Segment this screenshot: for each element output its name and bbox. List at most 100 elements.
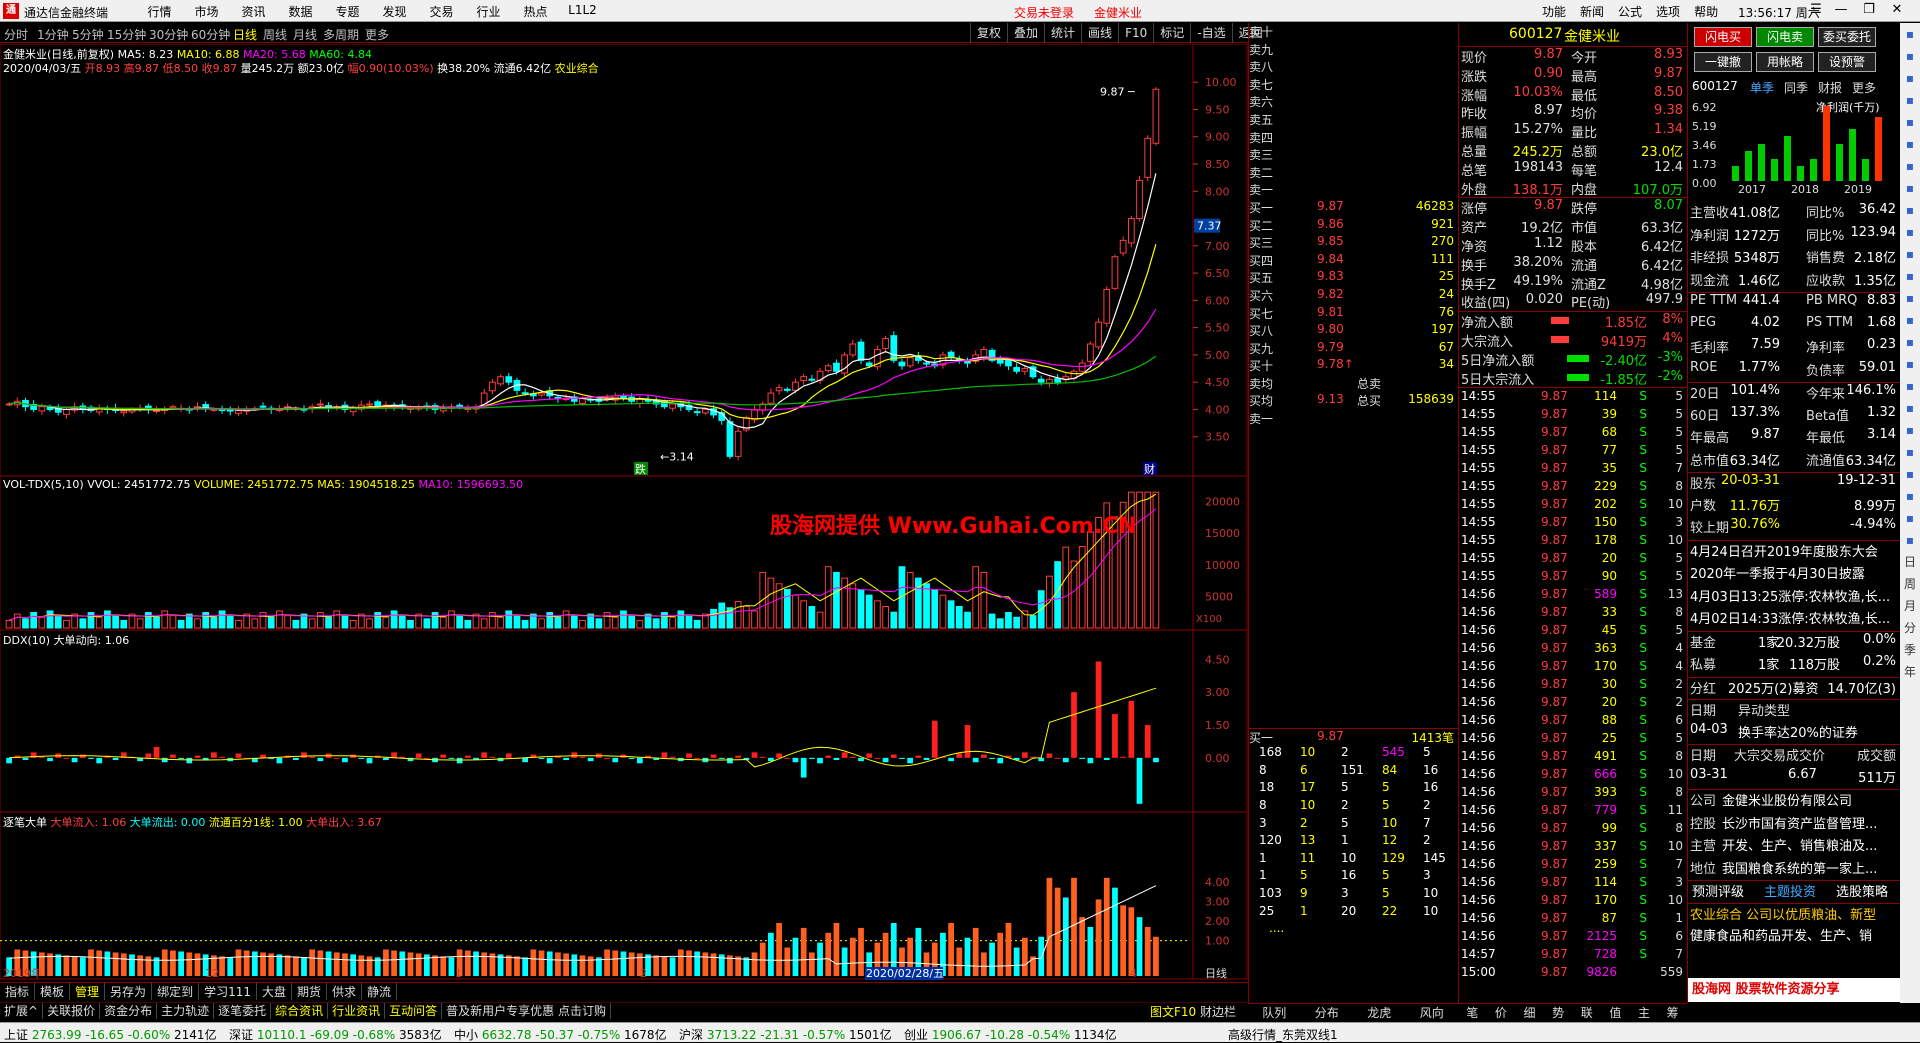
period-3[interactable]: 15分钟 <box>107 26 146 43</box>
info-tab-1[interactable]: 关联报价 <box>43 1003 101 1019</box>
index-0[interactable]: 上证 2763.99 -16.65 -0.60% 2141亿 <box>4 1026 217 1043</box>
f10-link-1[interactable]: 主题投资 <box>1764 881 1816 900</box>
strip-period-3[interactable]: 分 <box>1900 617 1920 639</box>
info-tab-6[interactable]: 行业资讯 <box>328 1003 386 1019</box>
strip-tool-icon[interactable]: ▪ <box>1900 375 1920 397</box>
strip-tool-icon[interactable]: ▪ <box>1900 353 1920 375</box>
info-tab-5[interactable]: 综合资讯 <box>271 1003 329 1019</box>
toolbar-btn-0[interactable]: 复权 <box>970 23 1007 43</box>
f10-tab-1[interactable]: 同季 <box>1784 79 1808 96</box>
indicator-tab-4[interactable]: 绑定到 <box>152 983 200 1000</box>
buy-level-1[interactable]: 买二 9.86 921 <box>1249 217 1458 235</box>
quote-tab-3[interactable]: 势 <box>1544 1004 1573 1021</box>
sell-level-7[interactable]: 卖三 <box>1249 146 1458 164</box>
info-tab-4[interactable]: 逐笔委托 <box>214 1003 272 1019</box>
info-tab-8[interactable]: 普及新用户专享优惠 点击订购 <box>442 1003 611 1019</box>
sell-level-6[interactable]: 卖四 <box>1249 129 1458 147</box>
f10-tab-2[interactable]: 财报 <box>1818 79 1842 96</box>
indicator-tab-1[interactable]: 模板 <box>35 983 71 1000</box>
strip-tool-icon[interactable]: ▪ <box>1900 67 1920 89</box>
info-tab-7[interactable]: 互动问答 <box>385 1003 443 1019</box>
trade-btn-1[interactable]: 闪电卖 <box>1756 27 1814 47</box>
strip-tool-icon[interactable]: ▪ <box>1900 463 1920 485</box>
orderbook-tab-0[interactable]: 队列 <box>1248 1004 1301 1021</box>
right-menu-item-0[interactable]: 功能 <box>1542 3 1566 20</box>
f10-link-2[interactable]: 选股策略 <box>1836 881 1888 900</box>
menu-item-6[interactable]: 交易 <box>418 3 465 20</box>
trade-btn-3[interactable]: 一键撤 <box>1694 52 1752 72</box>
strip-tool-icon[interactable]: ▪ <box>1900 265 1920 287</box>
menu-item-3[interactable]: 数据 <box>277 3 324 20</box>
strip-tool-icon[interactable]: ▪ <box>1900 331 1920 353</box>
buy-level-7[interactable]: 买八 9.80 197 <box>1249 322 1458 340</box>
trade-btn-0[interactable]: 闪电买 <box>1694 27 1752 47</box>
menu-icon[interactable]: ☰ <box>1805 2 1827 20</box>
f10-link-0[interactable]: 预测评级 <box>1692 881 1744 900</box>
strip-tool-icon[interactable]: ▪ <box>1900 243 1920 265</box>
strip-tool-icon[interactable]: ▪ <box>1900 111 1920 133</box>
strip-tool-icon[interactable]: ▪ <box>1900 441 1920 463</box>
sector-link[interactable]: 农业综合 <box>555 62 599 75</box>
indicator-tab-8[interactable]: 供求 <box>327 983 363 1000</box>
period-7[interactable]: 周线 <box>263 26 287 43</box>
f10-news-1[interactable]: 2020年一季报于4月30日披露 <box>1688 563 1900 586</box>
sell-level-2[interactable]: 卖八 <box>1249 58 1458 76</box>
trade-btn-5[interactable]: 设预警 <box>1818 52 1876 72</box>
close-icon[interactable]: ✕ <box>1886 2 1908 20</box>
strip-tool-icon[interactable]: ▪ <box>1900 529 1920 551</box>
period-4[interactable]: 30分钟 <box>149 26 188 43</box>
strip-tool-icon[interactable]: ▪ <box>1900 419 1920 441</box>
toolbar-btn-6[interactable]: -自选 <box>1190 23 1231 43</box>
buy-level-6[interactable]: 买七 9.81 76 <box>1249 305 1458 323</box>
indicator-tab-0[interactable]: 指标 <box>0 983 36 1000</box>
strip-tool-icon[interactable]: ▪ <box>1900 397 1920 419</box>
strip-tool-icon[interactable]: ▪ <box>1900 89 1920 111</box>
f10-tab-0[interactable]: 单季 <box>1750 79 1774 96</box>
orderbook-tab-1[interactable]: 分布 <box>1301 1004 1354 1021</box>
right-menu-item-2[interactable]: 公式 <box>1618 3 1642 20</box>
buy-level-5[interactable]: 买六 9.82 24 <box>1249 287 1458 305</box>
period-1[interactable]: 1分钟 <box>37 26 69 43</box>
quote-tab-2[interactable]: 细 <box>1515 1004 1544 1021</box>
f10-news-2[interactable]: 4月03日13:25涨停:农林牧渔,长... <box>1688 586 1900 609</box>
strip-period-4[interactable]: 季 <box>1900 639 1920 661</box>
indicator-tab-6[interactable]: 大盘 <box>257 983 292 1000</box>
strip-tool-icon[interactable]: ▪ <box>1900 45 1920 67</box>
toolbar-btn-3[interactable]: 画线 <box>1081 23 1118 43</box>
f10-link[interactable]: 图文F10 <box>1150 1003 1196 1020</box>
period-6[interactable]: 日线 <box>233 26 257 43</box>
quote-tab-1[interactable]: 价 <box>1487 1004 1516 1021</box>
strip-tool-icon[interactable]: ▪ <box>1900 199 1920 221</box>
period-5[interactable]: 60分钟 <box>191 26 230 43</box>
sell-level-4[interactable]: 卖六 <box>1249 93 1458 111</box>
period-2[interactable]: 5分钟 <box>72 26 104 43</box>
index-3[interactable]: 沪深 3713.22 -21.31 -0.57% 1501亿 <box>679 1026 892 1043</box>
strip-period-2[interactable]: 月 <box>1900 595 1920 617</box>
f10-news-3[interactable]: 4月02日14:33涨停:农林牧渔,长... <box>1688 608 1900 631</box>
strip-tool-icon[interactable]: ▪ <box>1900 177 1920 199</box>
info-tab-2[interactable]: 资金分布 <box>100 1003 158 1019</box>
buy-level-8[interactable]: 买九 9.79 67 <box>1249 340 1458 358</box>
quote-tab-0[interactable]: 笔 <box>1458 1004 1487 1021</box>
strip-tool-icon[interactable]: ▪ <box>1900 221 1920 243</box>
menu-item-2[interactable]: 资讯 <box>230 3 277 20</box>
trade-btn-4[interactable]: 用帐略 <box>1756 52 1814 72</box>
sidebar-link[interactable]: 财边栏 <box>1200 1003 1236 1020</box>
indicator-tab-5[interactable]: 学习111 <box>199 983 257 1000</box>
strip-tool-icon[interactable]: ▪ <box>1900 133 1920 155</box>
login-status[interactable]: 交易未登录 <box>1014 4 1074 21</box>
indicator-tab-7[interactable]: 期货 <box>292 983 328 1000</box>
strip-period-0[interactable]: 日 <box>1900 551 1920 573</box>
indicator-tab-2[interactable]: 管理 <box>70 983 106 1000</box>
index-4[interactable]: 创业 1906.67 -10.28 -0.54% 1134亿 <box>904 1026 1117 1043</box>
toolbar-btn-4[interactable]: F10 <box>1118 23 1153 43</box>
strip-period-5[interactable]: 年 <box>1900 661 1920 683</box>
toolbar-btn-5[interactable]: 标记 <box>1153 23 1190 43</box>
index-1[interactable]: 深证 10110.1 -69.09 -0.68% 3583亿 <box>229 1026 442 1043</box>
right-menu-item-1[interactable]: 新闻 <box>1580 3 1604 20</box>
minimize-icon[interactable]: — <box>1830 2 1852 20</box>
strip-tool-icon[interactable]: ▪ <box>1900 155 1920 177</box>
period-9[interactable]: 多周期 <box>323 26 359 43</box>
sell-level-1[interactable]: 卖九 <box>1249 41 1458 59</box>
buy-level-0[interactable]: 买一 9.87 46283 <box>1249 199 1458 217</box>
